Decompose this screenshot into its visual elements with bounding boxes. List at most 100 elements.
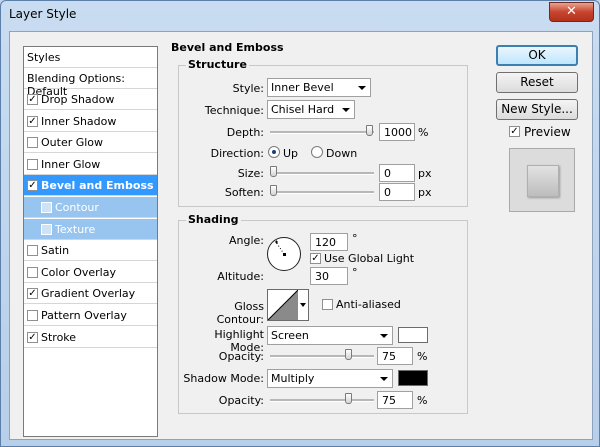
depth-slider-track [270,131,374,134]
style-item-outer-glow[interactable]: Outer Glow [24,132,157,154]
layer-style-dialog: Layer Style ✕ Styles Blending Options: D… [0,0,600,447]
style-item-checkbox[interactable] [27,158,38,170]
shading-title: Shading [186,213,241,226]
highlight-color-swatch[interactable] [398,327,428,343]
technique-select-value: Chisel Hard [271,103,335,116]
style-item-checkbox[interactable]: ✓ [27,115,38,127]
size-slider-thumb[interactable] [270,166,277,177]
style-item-texture[interactable]: Texture [24,218,157,240]
style-item-inner-glow[interactable]: Inner Glow [24,154,157,175]
style-item-checkbox[interactable]: ✓ [27,94,38,105]
style-item-gradient-overlay[interactable]: ✓ Gradient Overlay [24,283,157,305]
direction-down-radio[interactable] [311,146,323,158]
preview-label[interactable]: Preview [524,125,571,139]
altitude-input[interactable]: 30 [310,267,348,285]
style-item-satin[interactable]: Satin [24,240,157,262]
shadow-mode-select[interactable]: Multiply [267,369,393,388]
close-button[interactable]: ✕ [549,2,594,22]
style-select[interactable]: Inner Bevel [267,78,371,97]
style-item-checkbox[interactable]: ✓ [27,288,38,300]
angle-input[interactable]: 120 [310,233,348,251]
size-slider[interactable] [270,166,374,177]
direction-down-label[interactable]: Down [326,147,357,160]
style-item-checkbox[interactable] [27,137,38,149]
depth-input[interactable]: 1000 [379,123,415,141]
anti-aliased-label[interactable]: Anti-aliased [336,298,401,311]
dialog-client: Styles Blending Options: Default ✓ Drop S… [9,31,593,440]
shadow-color-swatch[interactable] [398,370,428,386]
direction-up-radio[interactable] [268,146,280,158]
shadow-opacity-slider[interactable] [270,393,374,404]
style-item-contour[interactable]: Contour [24,197,157,218]
style-item-checkbox[interactable] [41,223,52,235]
shadow-opacity-value: 75 [382,394,396,407]
size-input[interactable]: 0 [379,164,415,182]
chevron-down-icon [380,377,388,381]
altitude-label: Altitude: [217,270,264,283]
style-item-inner-shadow[interactable]: ✓ Inner Shadow [24,111,157,132]
size-label: Size: [237,167,264,180]
chevron-down-icon [342,108,350,112]
style-item-label: Color Overlay [41,265,116,279]
style-item-checkbox[interactable]: ✓ [27,331,38,343]
depth-slider[interactable] [270,125,374,136]
size-slider-track [270,172,374,175]
global-light-checkbox[interactable]: ✓ [310,253,321,264]
anti-aliased-checkbox[interactable] [322,299,333,310]
style-item-checkbox[interactable] [27,245,38,257]
style-item-color-overlay[interactable]: Color Overlay [24,262,157,283]
style-item-stroke[interactable]: ✓ Stroke [24,327,157,348]
style-item-bevel-and-emboss[interactable]: ✓ Bevel and Emboss [24,175,157,197]
highlight-opacity-input[interactable]: 75 [377,347,413,365]
style-item-checkbox[interactable]: ✓ [27,180,38,192]
shadow-opacity-input[interactable]: 75 [377,391,413,409]
highlight-opacity-label: Opacity: [218,350,264,363]
soften-label: Soften: [224,186,264,199]
style-item-checkbox[interactable] [27,310,38,321]
gloss-contour-picker[interactable] [267,289,309,321]
style-item-checkbox[interactable] [27,266,38,278]
blending-options[interactable]: Blending Options: Default [24,68,157,98]
soften-input[interactable]: 0 [379,183,415,201]
styles-header[interactable]: Styles [24,47,157,68]
style-item-label: Stroke [41,330,77,344]
soften-slider-thumb[interactable] [270,185,277,196]
size-unit: px [418,167,432,180]
reset-button[interactable]: Reset [496,72,578,93]
shadow-mode-value: Multiply [271,372,315,385]
highlight-opacity-thumb[interactable] [345,349,352,360]
angle-dial[interactable] [266,236,302,272]
highlight-mode-select[interactable]: Screen [267,326,393,345]
title-bar[interactable]: Layer Style ✕ [1,1,599,27]
angle-dial-icon [267,237,301,271]
preview-checkbox[interactable]: ✓ [509,126,520,137]
check-icon: ✓ [510,126,519,137]
new-style-button[interactable]: New Style... [496,99,578,120]
soften-slider[interactable] [270,185,374,196]
style-item-pattern-overlay[interactable]: Pattern Overlay [24,305,157,326]
soften-slider-track [270,191,374,194]
global-light-label[interactable]: Use Global Light [324,252,414,265]
style-item-label: Contour [55,201,99,214]
depth-slider-thumb[interactable] [366,125,373,136]
chevron-down-icon [380,334,388,338]
structure-title: Structure [186,58,249,71]
style-label: Style: [232,82,264,95]
style-item-drop-shadow[interactable]: ✓ Drop Shadow [24,89,157,110]
style-select-value: Inner Bevel [271,81,334,94]
size-value: 0 [384,167,391,180]
chevron-down-icon [300,303,306,307]
shadow-opacity-thumb[interactable] [345,393,352,404]
styles-header-label: Styles [27,51,61,64]
highlight-opacity-slider[interactable] [270,349,374,360]
chevron-down-icon [358,86,366,90]
style-item-checkbox[interactable] [41,202,52,213]
highlight-opacity-unit: % [417,350,428,363]
style-item-label: Texture [55,222,96,236]
window-title: Layer Style [9,7,77,21]
technique-select[interactable]: Chisel Hard [267,100,355,119]
direction-up-label[interactable]: Up [283,147,298,160]
direction-label: Direction: [210,147,264,160]
check-icon: ✓ [311,253,320,264]
ok-button[interactable]: OK [496,45,578,66]
